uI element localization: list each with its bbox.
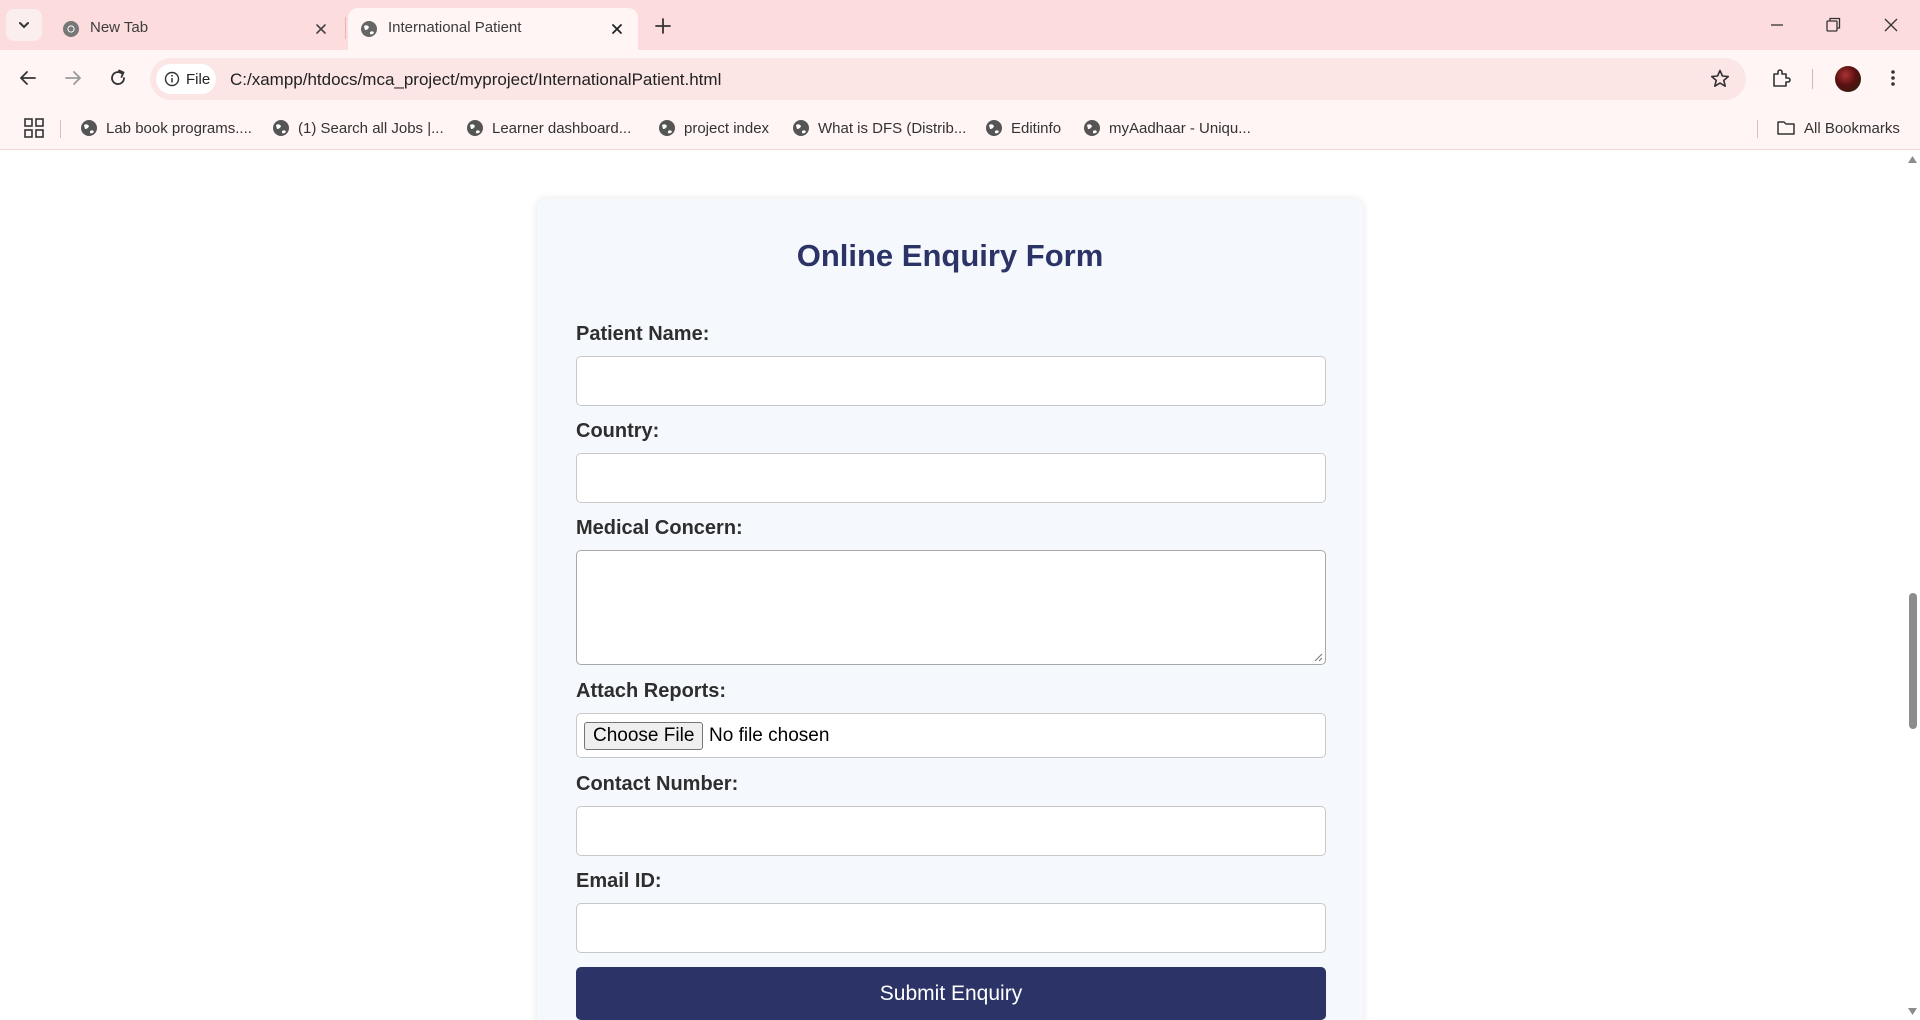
bookmark-item[interactable]: myAadhaar - Uniqu... [1083, 113, 1251, 143]
contact-number-input[interactable] [576, 806, 1326, 856]
bookmark-item[interactable]: project index [658, 113, 769, 143]
folder-icon [1777, 121, 1795, 135]
scroll-up-arrow-icon[interactable] [1907, 155, 1918, 164]
toolbar-separator [1812, 69, 1813, 89]
globe-icon [361, 21, 377, 37]
bookmark-label: project index [684, 119, 770, 137]
bookmark-label: Learner dashboard... [492, 119, 632, 137]
globe-icon [793, 120, 809, 136]
scroll-down-arrow-icon[interactable] [1907, 1007, 1918, 1016]
attach-reports-label: Attach Reports: [576, 680, 727, 702]
minimize-icon[interactable] [1762, 10, 1792, 40]
bookmark-star-icon[interactable] [1708, 67, 1732, 91]
country-label: Country: [576, 420, 660, 442]
bookmark-label: (1) Search all Jobs |... [298, 119, 444, 137]
all-bookmarks-button[interactable]: All Bookmarks [1776, 113, 1900, 143]
info-icon [164, 71, 180, 87]
scrollbar-thumb[interactable] [1909, 593, 1917, 729]
reload-icon[interactable] [105, 65, 131, 91]
country-input[interactable] [576, 453, 1326, 503]
bookmark-item[interactable]: What is DFS (Distrib... [792, 113, 966, 143]
tab-search-button[interactable] [6, 9, 42, 41]
site-info-label: File [186, 70, 211, 88]
patient-name-input[interactable] [576, 356, 1326, 406]
resize-grip-icon[interactable] [1313, 652, 1323, 662]
bookmark-label: myAadhaar - Uniqu... [1109, 119, 1251, 137]
new-tab-plus-icon[interactable] [650, 13, 676, 39]
bookmark-item[interactable]: Learner dashboard... [466, 113, 631, 143]
all-bookmarks-label: All Bookmarks [1804, 119, 1900, 137]
contact-number-label: Contact Number: [576, 773, 739, 795]
chevron-down-icon [19, 22, 29, 29]
forward-arrow-icon[interactable] [60, 65, 86, 91]
globe-icon [1084, 120, 1100, 136]
kebab-menu-icon[interactable] [1880, 65, 1906, 91]
vertical-scrollbar[interactable] [1905, 151, 1920, 1020]
tab-title: New Tab [90, 19, 149, 36]
url-text[interactable]: C:/xampp/htdocs/mca_project/myproject/In… [230, 70, 721, 90]
attach-reports-file-input[interactable]: Choose File No file chosen [576, 713, 1326, 758]
restore-icon[interactable] [1818, 10, 1848, 40]
close-icon[interactable] [312, 20, 330, 38]
bookmarks-bar: Lab book programs.... (1) Search all Job… [0, 108, 1920, 150]
medical-concern-textarea[interactable] [576, 550, 1326, 665]
globe-icon [659, 120, 675, 136]
bookmarks-separator [60, 120, 61, 138]
bookmark-item[interactable]: Lab book programs.... [80, 113, 252, 143]
patient-name-label: Patient Name: [576, 323, 710, 345]
apps-grid-icon[interactable] [22, 116, 46, 140]
tab-divider [345, 17, 346, 39]
browser-toolbar: File C:/xampp/htdocs/mca_project/myproje… [0, 50, 1920, 108]
site-info-chip[interactable]: File [156, 64, 216, 94]
close-icon[interactable] [608, 20, 626, 38]
tab-new-tab[interactable]: New Tab [50, 8, 342, 50]
medical-concern-label: Medical Concern: [576, 517, 743, 539]
bookmark-label: Editinfo [1011, 119, 1062, 137]
bookmark-item[interactable]: Editinfo [985, 113, 1061, 143]
back-arrow-icon[interactable] [15, 65, 41, 91]
enquiry-form-card: Online Enquiry Form Patient Name: Countr… [537, 199, 1363, 1020]
globe-icon [273, 120, 289, 136]
chrome-icon [63, 21, 79, 37]
tab-strip: New Tab International Patient [0, 0, 1920, 50]
bookmark-label: What is DFS (Distrib... [818, 119, 967, 137]
bookmark-item[interactable]: (1) Search all Jobs |... [272, 113, 444, 143]
tab-title: International Patient [388, 19, 522, 36]
form-title: Online Enquiry Form [796, 238, 1104, 273]
globe-icon [467, 120, 483, 136]
address-bar[interactable]: File C:/xampp/htdocs/mca_project/myproje… [150, 58, 1746, 100]
email-input[interactable] [576, 903, 1326, 953]
email-label: Email ID: [576, 870, 662, 892]
globe-icon [986, 120, 1002, 136]
close-window-icon[interactable] [1876, 10, 1906, 40]
page-viewport: Online Enquiry Form Patient Name: Countr… [0, 151, 1920, 1020]
submit-enquiry-button[interactable]: Submit Enquiry [576, 967, 1326, 1020]
bookmark-label: Lab book programs.... [106, 119, 252, 137]
globe-icon [81, 120, 97, 136]
profile-avatar[interactable] [1835, 66, 1861, 92]
extensions-puzzle-icon[interactable] [1768, 65, 1794, 91]
choose-file-button[interactable]: Choose File [584, 722, 704, 750]
file-status-text: No file chosen [709, 725, 830, 746]
tab-international-patient[interactable]: International Patient [348, 8, 638, 50]
bookmarks-separator [1757, 120, 1758, 138]
